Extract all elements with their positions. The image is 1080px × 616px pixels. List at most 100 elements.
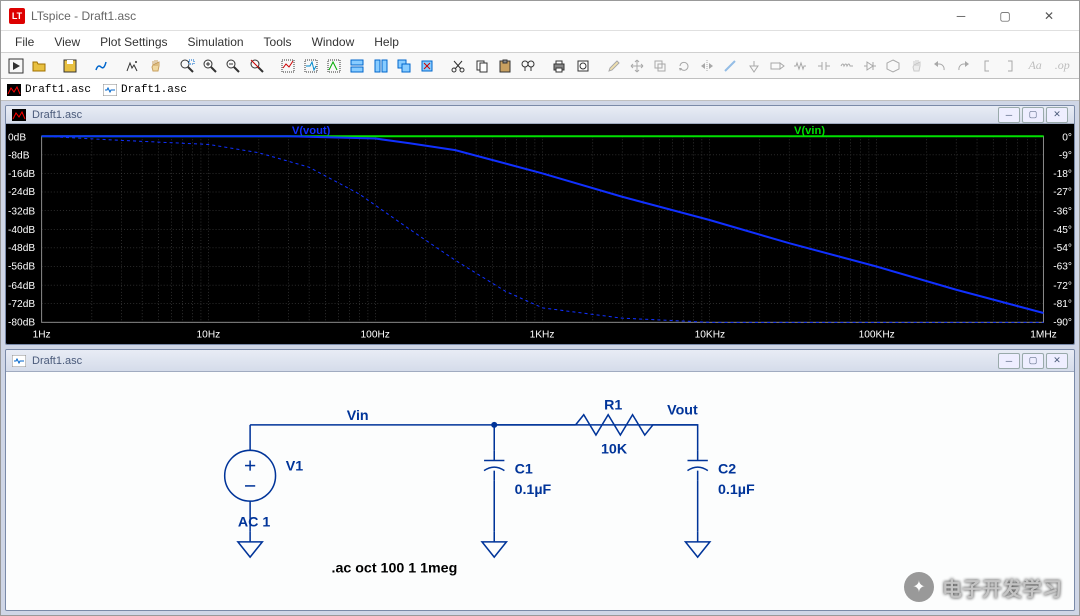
xtick-1: 10Hz xyxy=(197,330,221,341)
ytick-l-7: -56dB xyxy=(8,262,35,273)
rotate-icon[interactable] xyxy=(673,55,694,77)
doctab-schematic[interactable]: Draft1.asc xyxy=(103,84,187,96)
bode-plot[interactable]: 0dB -8dB -16dB -24dB -32dB -40dB -48dB -… xyxy=(6,124,1074,344)
tile-h-icon[interactable] xyxy=(347,55,368,77)
xtick-2: 100Hz xyxy=(361,330,390,341)
spice-directive[interactable]: .ac oct 100 1 1meg xyxy=(331,560,457,576)
watermark-text: 电子开发学习 xyxy=(942,573,1062,602)
ytick-l-2: -16dB xyxy=(8,169,35,180)
schem-close-button[interactable]: ✕ xyxy=(1046,353,1068,369)
save-icon[interactable] xyxy=(59,55,80,77)
drag-icon[interactable] xyxy=(650,55,671,77)
redo-icon[interactable] xyxy=(953,55,974,77)
wire-icon[interactable] xyxy=(720,55,741,77)
plot-window-titlebar[interactable]: Draft1.asc ─ ▢ ✕ xyxy=(6,106,1074,124)
cut-icon[interactable] xyxy=(448,55,469,77)
ground-c2[interactable] xyxy=(685,532,709,557)
ytick-r-10: -90° xyxy=(1053,318,1072,329)
schem-min-button[interactable]: ─ xyxy=(998,353,1020,369)
close-button[interactable]: ✕ xyxy=(1027,2,1071,30)
text-icon[interactable]: Aa xyxy=(1023,55,1048,77)
net-vout[interactable]: Vout xyxy=(667,403,698,419)
doctab-plot[interactable]: Draft1.asc xyxy=(7,84,91,96)
label-r1: R1 xyxy=(604,398,622,414)
ytick-l-1: -8dB xyxy=(8,151,30,162)
menu-view[interactable]: View xyxy=(46,33,88,51)
menu-simulation[interactable]: Simulation xyxy=(180,33,252,51)
menu-file[interactable]: File xyxy=(7,33,42,51)
setup-icon[interactable] xyxy=(572,55,593,77)
cascade-icon[interactable] xyxy=(393,55,414,77)
menu-window[interactable]: Window xyxy=(304,33,363,51)
ground-v1[interactable] xyxy=(238,532,262,557)
bracket-left-icon[interactable] xyxy=(976,55,997,77)
pick-trace-icon[interactable] xyxy=(324,55,345,77)
print-icon[interactable] xyxy=(549,55,570,77)
plot-window-icon xyxy=(12,109,26,121)
minimize-button[interactable]: ─ xyxy=(939,2,983,30)
move-icon[interactable] xyxy=(627,55,648,77)
autorange-icon[interactable] xyxy=(277,55,298,77)
grab-icon[interactable] xyxy=(906,55,927,77)
pan-icon[interactable] xyxy=(145,55,166,77)
pencil-icon[interactable] xyxy=(603,55,624,77)
label-icon[interactable] xyxy=(766,55,787,77)
resistor-icon[interactable] xyxy=(790,55,811,77)
undo-icon[interactable] xyxy=(929,55,950,77)
simulate-icon[interactable] xyxy=(122,55,143,77)
component-icon[interactable] xyxy=(883,55,904,77)
spice-directive-icon[interactable]: .op xyxy=(1050,55,1075,77)
xtick-6: 1MHz xyxy=(1030,330,1057,341)
schem-max-button[interactable]: ▢ xyxy=(1022,353,1044,369)
tile-v-icon[interactable] xyxy=(370,55,391,77)
ytick-l-4: -32dB xyxy=(8,207,35,218)
plot-max-button[interactable]: ▢ xyxy=(1022,107,1044,123)
open-icon[interactable] xyxy=(28,55,49,77)
ytick-r-0: 0° xyxy=(1062,133,1072,144)
ytick-r-6: -54° xyxy=(1053,243,1072,254)
net-vin[interactable]: Vin xyxy=(347,408,369,424)
paste-icon[interactable] xyxy=(494,55,515,77)
maximize-button[interactable]: ▢ xyxy=(983,2,1027,30)
plot-close-button[interactable]: ✕ xyxy=(1046,107,1068,123)
copy-icon[interactable] xyxy=(471,55,492,77)
capacitor-icon[interactable] xyxy=(813,55,834,77)
plot-min-button[interactable]: ─ xyxy=(998,107,1020,123)
zoom-fit-icon[interactable] xyxy=(246,55,267,77)
bracket-right-icon[interactable] xyxy=(999,55,1020,77)
toolbar: Aa .op xyxy=(1,53,1079,79)
ytick-l-8: -64dB xyxy=(8,281,35,292)
add-trace-icon[interactable] xyxy=(300,55,321,77)
ytick-l-3: -24dB xyxy=(8,188,35,199)
schematic-window-titlebar[interactable]: Draft1.asc ─ ▢ ✕ xyxy=(6,350,1074,372)
mirror-icon[interactable] xyxy=(696,55,717,77)
ytick-r-7: -63° xyxy=(1053,262,1072,273)
ytick-l-0: 0dB xyxy=(8,133,26,144)
component-r1[interactable]: R1 10K xyxy=(576,398,657,458)
ytick-r-4: -36° xyxy=(1053,207,1072,218)
run-icon[interactable] xyxy=(5,55,26,77)
ytick-r-1: -9° xyxy=(1059,151,1072,162)
close-all-icon[interactable] xyxy=(417,55,438,77)
window-titlebar: LT LTspice - Draft1.asc ─ ▢ ✕ xyxy=(1,1,1079,31)
window-title: LTspice - Draft1.asc xyxy=(31,9,939,23)
plot-doc-icon xyxy=(7,84,21,96)
component-v1[interactable]: V1 AC 1 xyxy=(225,450,304,530)
diode-icon[interactable] xyxy=(859,55,880,77)
ground-c1[interactable] xyxy=(482,532,506,557)
find-icon[interactable] xyxy=(518,55,539,77)
inductor-icon[interactable] xyxy=(836,55,857,77)
ground-icon[interactable] xyxy=(743,55,764,77)
menu-plot-settings[interactable]: Plot Settings xyxy=(92,33,175,51)
zoom-out-icon[interactable] xyxy=(223,55,244,77)
zoom-area-icon[interactable] xyxy=(176,55,197,77)
label-ac1: AC 1 xyxy=(238,515,271,531)
schematic-canvas[interactable]: V1 AC 1 C1 0.1µF R1 xyxy=(6,372,1074,610)
menu-tools[interactable]: Tools xyxy=(256,33,300,51)
ytick-r-8: -72° xyxy=(1053,281,1072,292)
plot-window-title: Draft1.asc xyxy=(32,109,82,121)
menu-bar: File View Plot Settings Simulation Tools… xyxy=(1,31,1079,53)
switch-icon[interactable] xyxy=(90,55,111,77)
zoom-in-icon[interactable] xyxy=(199,55,220,77)
menu-help[interactable]: Help xyxy=(366,33,407,51)
